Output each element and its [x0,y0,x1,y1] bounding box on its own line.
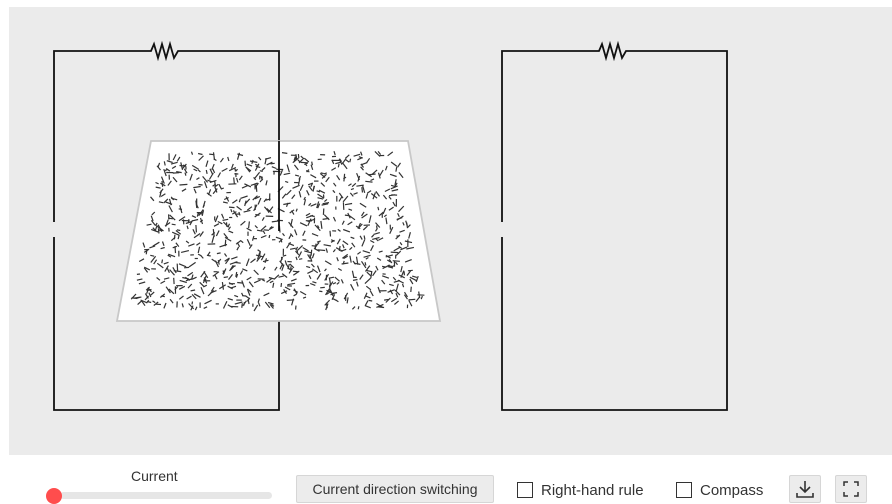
iron-filing [392,260,400,262]
iron-filing [361,187,364,193]
fullscreen-icon [843,481,859,497]
simulation-stage [9,7,892,455]
iron-filing [329,230,332,237]
iron-filing [377,206,380,211]
iron-filing [281,152,288,154]
iron-filing [280,283,283,287]
current-direction-switch-button[interactable]: Current direction switching [296,475,494,503]
right-circuit-wire [501,40,728,411]
fullscreen-button[interactable] [835,475,867,503]
iron-filing [233,177,235,185]
iron-filing [173,234,176,240]
iron-filing [408,298,416,301]
iron-filing [216,252,221,255]
iron-filing [224,239,227,247]
iron-filing [286,299,295,301]
current-slider-track[interactable] [60,492,272,499]
iron-filing [338,245,341,251]
iron-filing [195,224,197,233]
iron-filing [319,290,323,293]
iron-filing [368,299,373,302]
iron-filing [365,180,373,183]
right-hand-rule-label: Right-hand rule [541,481,644,499]
iron-filing [248,221,250,229]
iron-filing [268,234,271,239]
simulation-canvas [53,40,728,411]
iron-filing [179,164,186,167]
iron-filing [310,249,313,256]
compass-box[interactable] [676,482,692,498]
iron-filing [298,258,303,260]
iron-filing [206,254,211,257]
iron-filing [178,208,183,211]
iron-filing [311,161,313,166]
current-slider-label: Current [131,468,178,484]
iron-filing [313,185,316,190]
iron-filing [223,276,229,279]
iron-filing [255,184,258,192]
current-slider-thumb[interactable] [46,488,62,504]
iron-filing [280,256,283,261]
iron-filing [328,278,331,284]
iron-filing [157,228,160,234]
iron-filing [259,170,263,172]
iron-filing [244,160,247,167]
iron-filing [410,286,412,293]
compass-checkbox[interactable]: Compass [676,481,763,499]
iron-filing [191,301,194,305]
iron-filing [363,235,366,240]
iron-filing [390,251,399,254]
iron-filing [241,303,243,308]
compass-label: Compass [700,481,764,499]
iron-filing [161,295,165,298]
iron-filing [344,214,350,217]
iron-filing [407,269,413,272]
iron-filing [198,183,203,186]
iron-filing [228,206,235,209]
iron-filing [171,223,176,226]
iron-filing [337,163,340,168]
iron-filing [349,158,352,163]
iron-filing [145,249,148,255]
download-icon [796,481,814,498]
iron-filing [295,154,298,161]
iron-filing [395,166,398,172]
iron-filing [214,181,217,187]
right-hand-rule-box[interactable] [517,482,533,498]
iron-filing [205,169,208,175]
iron-filing [176,229,181,232]
iron-filing [364,262,367,266]
right-hand-rule-checkbox[interactable]: Right-hand rule [517,481,644,499]
iron-filing [179,183,188,186]
iron-filing [331,292,338,294]
control-bar: Current Current direction switching Righ… [0,455,892,504]
download-button[interactable] [789,475,821,503]
iron-filing [378,306,385,309]
iron-filing [161,259,164,264]
iron-filing [357,306,360,310]
right-circuit [501,40,728,411]
